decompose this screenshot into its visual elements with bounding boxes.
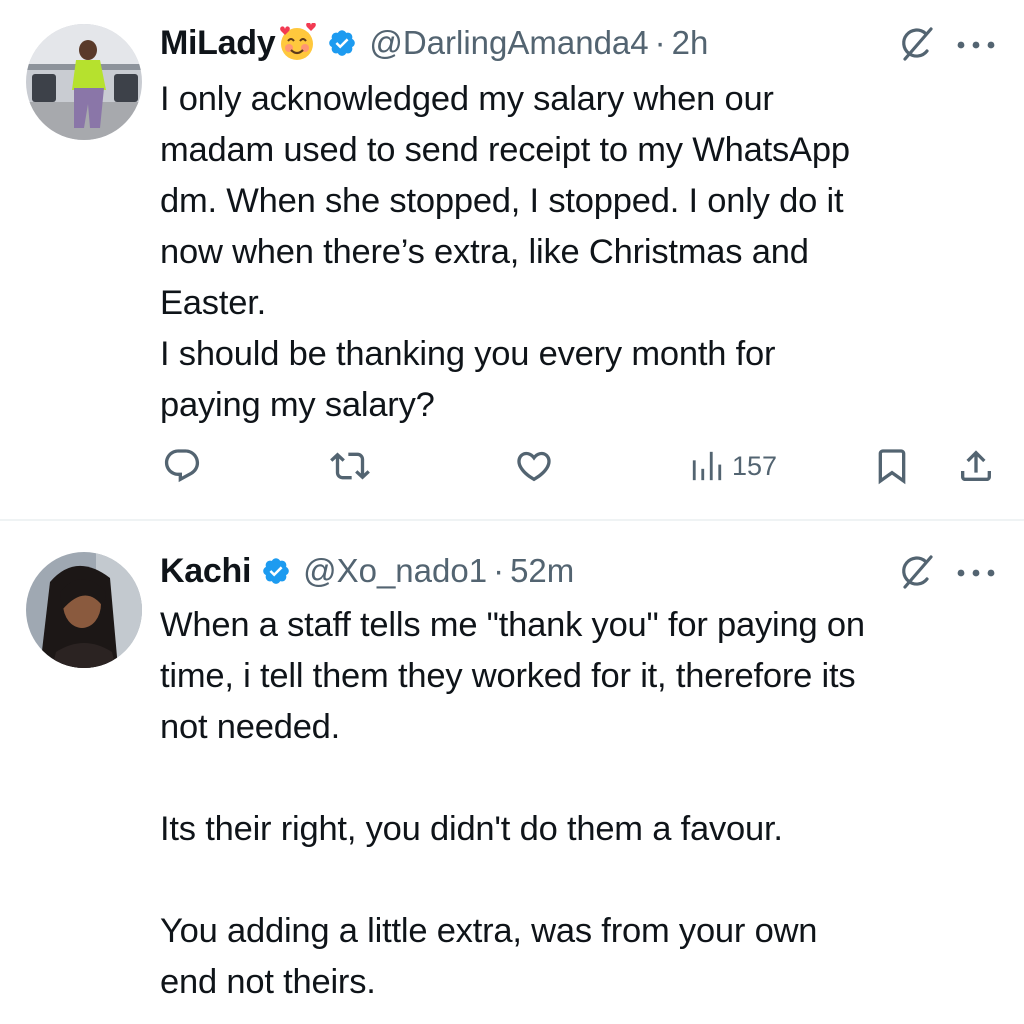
handle[interactable]: @DarlingAmanda4 xyxy=(369,24,648,62)
bookmark-button[interactable] xyxy=(872,444,912,488)
verified-badge-icon xyxy=(327,28,357,58)
tweet-line: You adding a little extra, was from your… xyxy=(160,912,818,950)
views-count: 157 xyxy=(732,450,778,481)
tweet-header: Kachi @Xo_nado1 · 52m xyxy=(160,548,574,594)
like-icon xyxy=(514,446,554,486)
repost-button[interactable] xyxy=(330,444,370,488)
tweet-line: dm. When she stopped, I stopped. I only … xyxy=(160,182,844,220)
smiling-face-with-hearts-icon xyxy=(277,22,317,63)
share-button[interactable] xyxy=(956,444,996,488)
reply-icon xyxy=(162,446,202,486)
share-icon xyxy=(956,446,996,486)
tweet-text: When a staff tells me "thank you" for pa… xyxy=(160,600,1000,1008)
grok-icon[interactable] xyxy=(896,552,936,592)
tweet-line: When a staff tells me "thank you" for pa… xyxy=(160,606,865,644)
timestamp[interactable]: 52m xyxy=(510,552,574,590)
grok-icon[interactable] xyxy=(896,24,936,64)
handle[interactable]: @Xo_nado1 xyxy=(303,552,487,590)
separator: · xyxy=(493,552,505,589)
tweet-line: I only acknowledged my salary when our xyxy=(160,80,774,118)
tweet-line: Easter. xyxy=(160,284,266,322)
tweet-divider xyxy=(0,519,1024,521)
tweet-header: MiLady @DarlingAmanda4 · 2h xyxy=(160,20,708,66)
tweet-text: I only acknowledged my salary when our m… xyxy=(160,74,1000,431)
verified-badge-icon xyxy=(261,556,291,586)
tweet-line: I should be thanking you every month for xyxy=(160,335,776,373)
tweet-line: end not theirs. xyxy=(160,963,376,1001)
tweet-line: not needed. xyxy=(160,708,341,746)
tweet-line-blank xyxy=(160,753,1000,804)
like-button[interactable] xyxy=(514,444,554,488)
display-name[interactable]: Kachi xyxy=(160,552,251,591)
views-icon xyxy=(690,446,724,486)
avatar[interactable] xyxy=(26,24,142,140)
display-name[interactable]: MiLady xyxy=(160,24,276,63)
more-icon[interactable] xyxy=(955,38,997,50)
tweet-line: paying my salary? xyxy=(160,386,435,424)
tweet-line: time, i tell them they worked for it, th… xyxy=(160,657,856,695)
action-bar: 157 xyxy=(0,444,1024,494)
tweet-line: Its their right, you didn't do them a fa… xyxy=(160,810,783,848)
timestamp[interactable]: 2h xyxy=(672,24,709,62)
reply-button[interactable] xyxy=(162,444,202,488)
bookmark-icon xyxy=(872,446,912,486)
tweet-line-blank xyxy=(160,855,1000,906)
avatar[interactable] xyxy=(26,552,142,668)
views-button[interactable]: 157 xyxy=(690,444,777,488)
tweet-line: madam used to send receipt to my WhatsAp… xyxy=(160,131,850,169)
repost-icon xyxy=(330,446,370,486)
more-icon[interactable] xyxy=(955,566,997,578)
tweet-line: now when there’s extra, like Christmas a… xyxy=(160,233,809,271)
separator: · xyxy=(654,24,666,61)
